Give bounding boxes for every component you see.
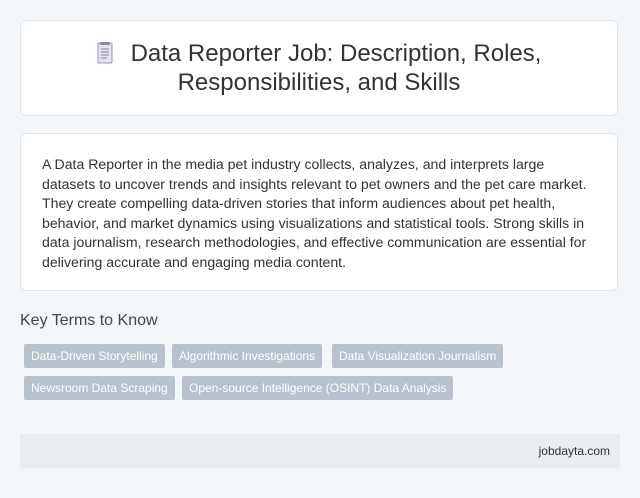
page-title-wrap: Data Reporter Job: Description, Roles, R… (69, 39, 569, 97)
key-terms-heading: Key Terms to Know (20, 312, 158, 329)
footer: jobdayta.com (20, 434, 620, 468)
footer-site-link[interactable]: jobdayta.com (539, 444, 610, 458)
page-title: Data Reporter Job: Description, Roles, R… (130, 40, 542, 96)
tag-data-driven-storytelling[interactable]: Data-Driven Storytelling (24, 344, 165, 368)
tag-data-visualization-journalism[interactable]: Data Visualization Journalism (332, 344, 504, 368)
tag-osint-data-analysis[interactable]: Open-source Intelligence (OSINT) Data An… (182, 376, 454, 400)
page: Data Reporter Job: Description, Roles, R… (0, 0, 640, 498)
title-card: Data Reporter Job: Description, Roles, R… (20, 20, 618, 116)
description-card: A Data Reporter in the media pet industr… (20, 133, 618, 291)
tag-newsroom-data-scraping[interactable]: Newsroom Data Scraping (24, 376, 175, 400)
description-text: A Data Reporter in the media pet industr… (42, 156, 587, 270)
document-icon (97, 42, 113, 64)
tag-algorithmic-investigations[interactable]: Algorithmic Investigations (172, 344, 323, 368)
